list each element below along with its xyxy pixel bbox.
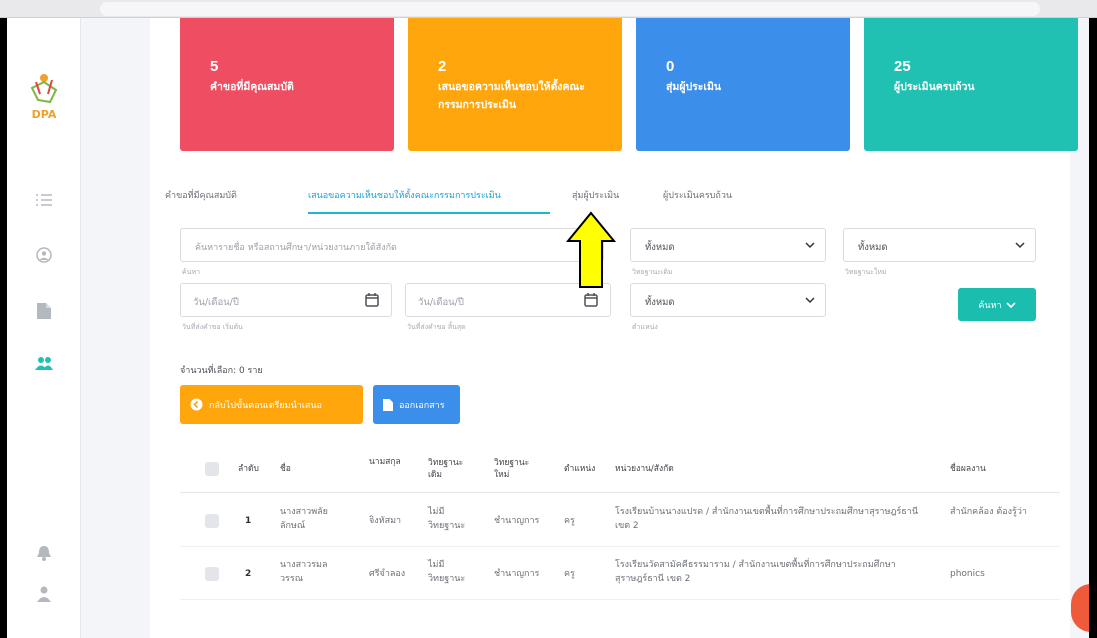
position-value: ทั้งหมด [645,297,675,308]
profile-icon[interactable] [29,579,59,609]
table-row[interactable]: 2 นางสาวรมล วรรณ ศรีจำลอง ไม่มี วิทยฐานะ… [180,548,1060,600]
table-row[interactable]: 1 นางสาวพลัย ลักษณ์ จิงหัสมา ไม่มี วิทยฐ… [180,495,1060,547]
old-status-select[interactable]: ทั้งหมด [630,228,826,262]
annotation-arrow-icon [566,211,616,288]
col-work: ชื่อผลงาน [950,464,986,474]
floating-action-button[interactable] [1071,584,1089,632]
row-position: ครู [564,516,575,526]
date-start-placeholder: วัน/เดือน/ปี [193,297,239,308]
bell-icon[interactable] [29,538,59,568]
search-button-label: ค้นหา [978,300,1002,311]
new-status-select[interactable]: ทั้งหมด [843,228,1036,262]
tab-qualified[interactable]: คำขอที่มีคุณสมบัติ [165,188,237,202]
back-button-label: กลับไปขั้นตอนเตรียมนำเสนอ [209,400,322,411]
back-to-prepare-button[interactable]: กลับไปขั้นตอนเตรียมนำเสนอ [180,385,363,424]
col-old-status: วิทยฐานะเดิม [428,458,464,480]
row-old-status: ไม่มี วิทยฐานะ [428,507,466,531]
row-org: โรงเรียนวัดสามัคคีธรรมาราม / สำนักงานเขต… [615,560,896,584]
search-input[interactable]: ค้นหารายชื่อ หรือสถานศึกษา/หน่วยงานภายใต… [180,228,604,262]
chevron-down-icon [1006,301,1016,308]
search-hint: ค้นหา [182,268,201,276]
col-position: ตำแหน่ง [564,464,596,474]
row-position: ครู [564,569,575,579]
issue-document-button[interactable]: ออกเอกสาร [373,385,460,424]
back-circle-icon [190,398,203,411]
date-end-placeholder: วัน/เดือน/ปี [418,297,464,308]
selected-count: จำนวนที่เลือก: 0 ราย [180,366,263,376]
stat-count: 0 [666,58,675,75]
row-work: สำนักคล้อง ต้องรู้ว่า [950,507,1027,517]
list-icon[interactable] [29,185,59,215]
row-name: นางสาวรมล วรรณ [280,560,328,584]
row-new-status: ชำนาญการ [494,516,540,526]
row-name: นางสาวพลัย ลักษณ์ [280,507,328,531]
document-icon[interactable] [29,296,59,326]
new-status-value: ทั้งหมด [858,242,888,253]
stat-card-random[interactable]: 0 สุ่มผู้ประเมิน [636,18,850,151]
active-tab-indicator [308,212,550,214]
stat-count: 5 [210,58,219,75]
tab-complete[interactable]: ผู้ประเมินครบถ้วน [663,188,732,202]
col-name: ชื่อ [280,464,291,474]
table-header: ลำดับ ชื่อ นามสกุล วิทยฐานะเดิม วิทยฐานะ… [180,443,1060,493]
stat-label: คำขอที่มีคุณสมบัติ [210,81,294,93]
user-circle-icon[interactable] [29,240,59,270]
col-new-status: วิทยฐานะใหม่ [494,458,530,480]
stat-count: 25 [894,58,911,75]
row-work: phonics [950,569,985,579]
new-status-hint: วิทยฐานะใหม่ [845,268,887,276]
app-logo[interactable]: DPA [24,68,64,124]
calendar-icon[interactable] [584,293,598,307]
old-status-hint: วิทยฐานะเดิม [632,268,673,276]
stat-card-complete[interactable]: 25 ผู้ประเมินครบถ้วน [864,18,1078,151]
position-hint: ตำแหน่ง [632,323,658,331]
date-start-hint: วันที่ส่งคำขอ เริ่มต้น [182,323,243,331]
stat-label: สุ่มผู้ประเมิน [666,81,722,93]
row-surname: ศรีจำลอง [369,569,406,579]
browser-toolbar [0,0,1097,18]
row-checkbox[interactable] [205,514,219,528]
sidebar: DPA [7,18,81,638]
col-org: หน่วยงาน/สังกัด [615,464,674,474]
tab-propose[interactable]: เสนอขอความเห็นชอบให้ตั้งคณะกรรมการประเมิ… [308,188,501,202]
row-old-status: ไม่มี วิทยฐานะ [428,560,466,584]
logo-text: DPA [32,108,57,121]
row-checkbox[interactable] [205,567,219,581]
calendar-icon[interactable] [365,293,379,307]
stat-count: 2 [438,58,447,75]
users-icon[interactable] [29,348,59,378]
row-index: 1 [245,516,252,526]
select-all-checkbox[interactable] [205,462,219,476]
search-button[interactable]: ค้นหา [958,288,1036,321]
stat-label: ผู้ประเมินครบถ้วน [894,81,975,93]
document-button-label: ออกเอกสาร [399,400,445,411]
address-bar[interactable] [100,2,1040,16]
stat-card-qualified[interactable]: 5 คำขอที่มีคุณสมบัติ [180,18,394,151]
chevron-down-icon [1015,242,1025,249]
row-org: โรงเรียนบ้านนางแปรด / สำนักงานเขตพื้นที่… [615,507,918,531]
old-status-value: ทั้งหมด [645,242,675,253]
col-index: ลำดับ [238,464,259,474]
row-index: 2 [245,569,252,579]
row-new-status: ชำนาญการ [494,569,540,579]
tab-random[interactable]: สุ่มผู้ประเมิน [572,188,619,202]
position-select[interactable]: ทั้งหมด [630,283,826,317]
col-surname: นามสกุล [369,457,401,467]
date-start-input[interactable]: วัน/เดือน/ปี [180,283,392,317]
chevron-down-icon [805,242,815,249]
app-frame: DPA 5 คำขอที่มีคุณสมบัติ 2 เสนอขอความเห็… [7,18,1089,638]
chevron-down-icon [805,297,815,304]
document-icon [383,398,393,411]
stat-card-propose[interactable]: 2 เสนอขอความเห็นชอบให้ตั้งคณะกรรมการประเ… [408,18,622,151]
main-content: 5 คำขอที่มีคุณสมบัติ 2 เสนอขอความเห็นชอบ… [150,18,1078,638]
stat-label: เสนอขอความเห็นชอบให้ตั้งคณะกรรมการประเมิ… [438,81,585,111]
row-surname: จิงหัสมา [369,516,402,526]
date-end-hint: วันที่ส่งคำขอ สิ้นสุด [407,323,466,331]
